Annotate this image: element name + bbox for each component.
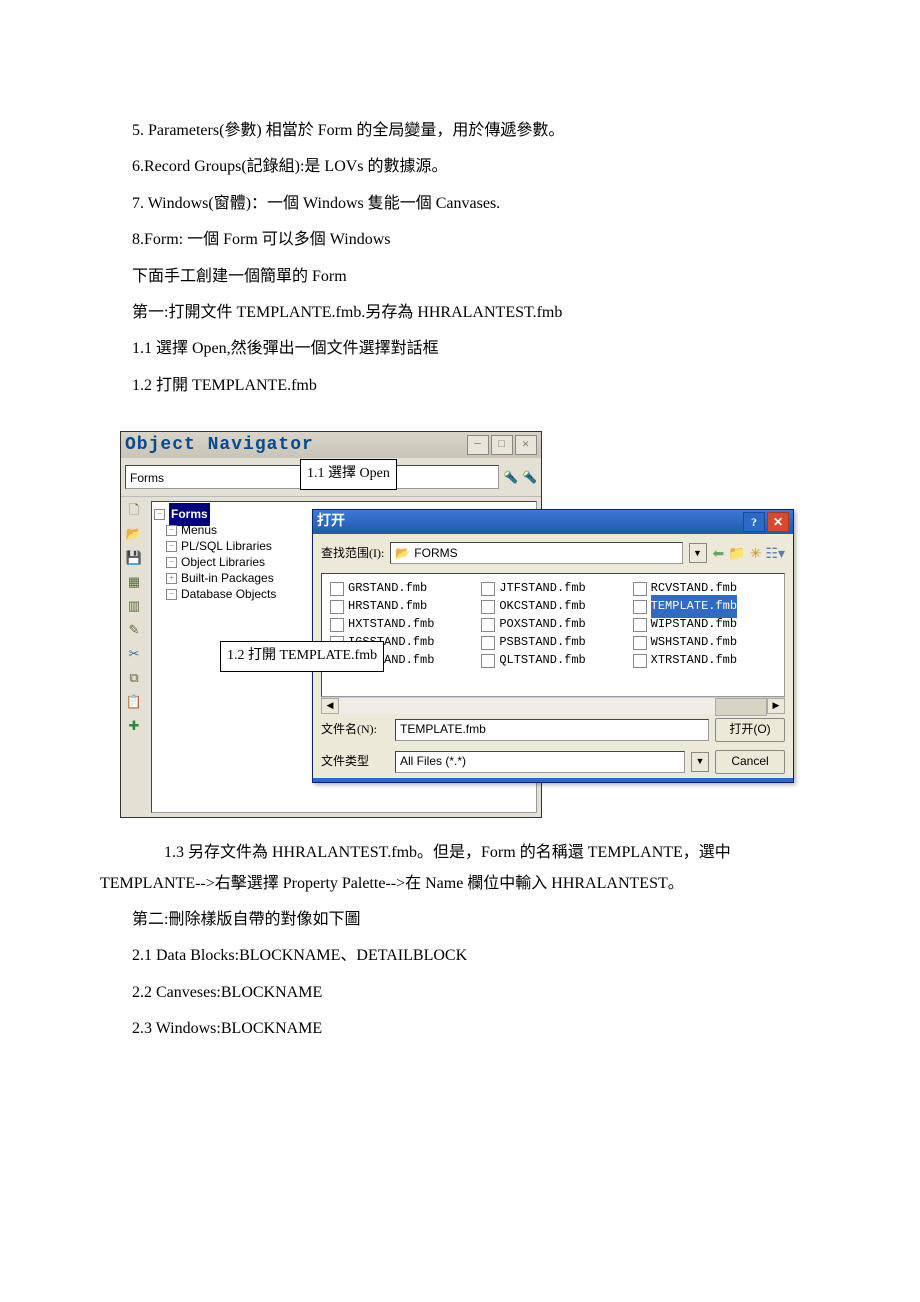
file-icon xyxy=(633,600,647,614)
paragraph: 第一:打開文件 TEMPLANTE.fmb.另存為 HHRALANTEST.fm… xyxy=(100,298,820,328)
file-icon xyxy=(481,582,495,596)
run-icon[interactable]: ▦ xyxy=(124,573,144,591)
help-icon[interactable]: ? xyxy=(743,512,765,532)
new-folder-icon[interactable]: ✳ xyxy=(750,540,762,567)
nav-titlebar: Object Navigator ─ □ ✕ xyxy=(121,432,541,458)
copy-icon[interactable]: ⧉ xyxy=(124,669,144,687)
paragraph: 2.1 Data Blocks:BLOCKNAME、DETAILBLOCK xyxy=(100,941,820,971)
screenshot-figure: Object Navigator ─ □ ✕ Forms 🔦 🔦 🗋 xyxy=(100,431,820,818)
close-icon[interactable]: ✕ xyxy=(515,435,537,455)
maximize-icon[interactable]: □ xyxy=(491,435,513,455)
file-icon xyxy=(330,618,344,632)
lookin-dropdown[interactable]: 📂 FORMS xyxy=(390,542,682,564)
filename-label: 文件名(N): xyxy=(321,718,389,741)
filetype-label: 文件类型 xyxy=(321,750,389,773)
file-icon xyxy=(481,654,495,668)
dropdown-arrow-icon[interactable]: ▼ xyxy=(689,543,707,563)
scroll-thumb[interactable] xyxy=(715,698,767,716)
minimize-icon[interactable]: ─ xyxy=(467,435,489,455)
find-next-icon[interactable]: 🔦 xyxy=(522,466,537,489)
nav-title-text: Object Navigator xyxy=(125,428,314,462)
cancel-button[interactable]: Cancel xyxy=(715,750,785,774)
scroll-left-icon[interactable]: ◀ xyxy=(321,698,339,714)
document-page: 5. Parameters(參數) 相當於 Form 的全局變量，用於傳遞參數。… xyxy=(0,0,920,1110)
file-icon xyxy=(330,582,344,596)
lookin-label: 查找范围(I): xyxy=(321,542,384,565)
scroll-right-icon[interactable]: ▶ xyxy=(767,698,785,714)
open-button[interactable]: 打开(O) xyxy=(715,718,785,742)
file-icon xyxy=(481,618,495,632)
dialog-title-text: 打开 xyxy=(317,509,345,536)
file-icon xyxy=(633,636,647,650)
file-icon xyxy=(633,654,647,668)
file-name: XTRSTAND.fmb xyxy=(651,649,737,672)
paste-icon[interactable]: 📋 xyxy=(124,693,144,711)
paragraph: 1.2 打開 TEMPLANTE.fmb xyxy=(100,371,820,401)
find-icon[interactable]: 🔦 xyxy=(503,466,518,489)
open-icon[interactable]: 📂 xyxy=(124,525,144,543)
paragraph: 7. Windows(窗體)：一個 Windows 隻能一個 Canvases. xyxy=(100,189,820,219)
cut-icon[interactable]: ✂ xyxy=(124,645,144,663)
file-name: QLTSTAND.fmb xyxy=(499,649,585,672)
filetype-value: All Files (*.*) xyxy=(400,750,680,773)
paragraph: 2.2 Canveses:BLOCKNAME xyxy=(100,978,820,1008)
filename-input[interactable]: TEMPLATE.fmb xyxy=(395,719,709,741)
file-icon xyxy=(481,600,495,614)
up-folder-icon[interactable]: 📁 xyxy=(728,540,745,567)
file-icon xyxy=(330,600,344,614)
back-arrow-icon[interactable]: ⬅ xyxy=(713,540,725,567)
paragraph: 第二:刪除樣版自帶的對像如下圖 xyxy=(100,905,820,935)
paragraph: 5. Parameters(參數) 相當於 Form 的全局變量，用於傳遞參數。 xyxy=(100,116,820,146)
nav-toolbar: 🗋 📂 💾 ▦ ▥ ✎ ✂ ⧉ 📋 ✚ xyxy=(121,497,147,817)
callout-template: 1.2 打開 TEMPLATE.fmb xyxy=(220,641,384,672)
tree-dbobj[interactable]: Database Objects xyxy=(181,583,276,606)
lookin-value: FORMS xyxy=(414,542,457,565)
file-icon xyxy=(633,582,647,596)
paragraph: 2.3 Windows:BLOCKNAME xyxy=(100,1014,820,1044)
paragraph: 1.3 另存文件為 HHRALANTEST.fmb。但是，Form 的名稱還 T… xyxy=(100,838,820,899)
save-icon[interactable]: 💾 xyxy=(124,549,144,567)
file-item[interactable]: XTRSTAND.fmb xyxy=(633,652,776,670)
folder-icon: 📂 xyxy=(395,542,410,565)
paragraph: 8.Form: 一個 Form 可以多個 Windows xyxy=(100,225,820,255)
dialog-titlebar: 打开 ? ✕ xyxy=(313,510,793,534)
file-list[interactable]: GRSTAND.fmbJTFSTAND.fmbRCVSTAND.fmbHRSTA… xyxy=(321,573,785,697)
file-icon xyxy=(633,618,647,632)
open-file-dialog: 打开 ? ✕ 查找范围(I): 📂 FORMS ▼ ⬅ 📁 ✳ xyxy=(312,509,794,783)
new-icon[interactable]: 🗋 xyxy=(124,501,144,519)
horizontal-scrollbar[interactable]: ◀ ▶ xyxy=(321,697,785,714)
paragraph: 下面手工創建一個簡單的 Form xyxy=(100,262,820,292)
paragraph: 6.Record Groups(記錄組):是 LOVs 的數據源。 xyxy=(100,152,820,182)
filetype-arrow-icon[interactable]: ▼ xyxy=(691,752,709,772)
filetype-dropdown[interactable]: All Files (*.*) xyxy=(395,751,685,773)
file-item[interactable]: QLTSTAND.fmb xyxy=(481,652,624,670)
paragraph: 1.1 選擇 Open,然後彈出一個文件選擇對話框 xyxy=(100,334,820,364)
file-icon xyxy=(481,636,495,650)
views-icon[interactable]: ☷▾ xyxy=(765,540,785,567)
brush-icon[interactable]: ✎ xyxy=(124,621,144,639)
debug-icon[interactable]: ▥ xyxy=(124,597,144,615)
create-icon[interactable]: ✚ xyxy=(124,717,144,735)
dialog-close-icon[interactable]: ✕ xyxy=(767,512,789,532)
callout-open: 1.1 選擇 Open xyxy=(300,459,397,490)
